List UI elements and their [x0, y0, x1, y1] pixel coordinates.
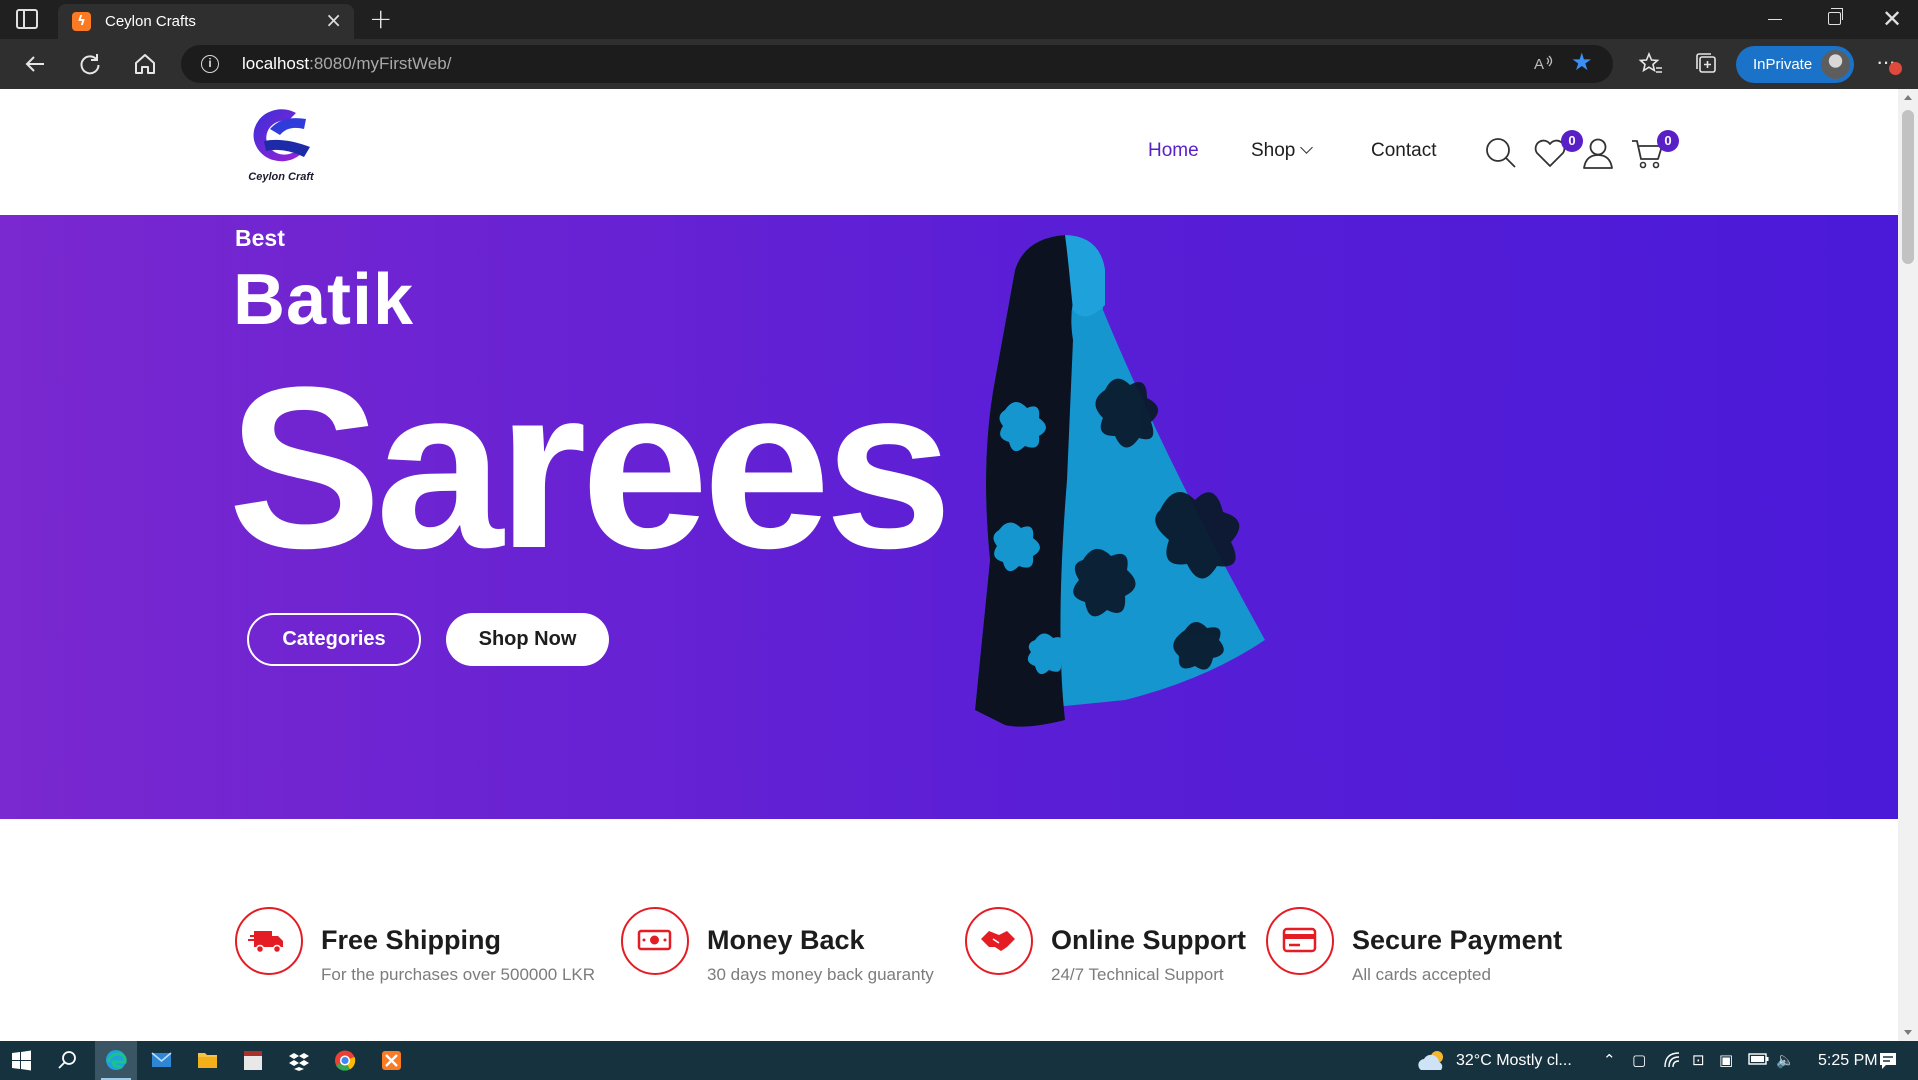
refresh-icon[interactable]	[75, 49, 105, 79]
weather-text[interactable]: 32°C Mostly cl...	[1456, 1052, 1572, 1070]
browser-toolbar: i localhost:8080/myFirstWeb/ A ★ InPriva…	[0, 39, 1918, 89]
address-host: localhost	[242, 54, 310, 73]
categories-button[interactable]: Categories	[247, 613, 421, 666]
scroll-down-arrow-icon[interactable]	[1904, 1030, 1912, 1035]
window-close-icon[interactable]: ✕	[1882, 3, 1902, 35]
feature-title: Online Support	[1051, 925, 1246, 955]
read-aloud-icon[interactable]: A	[1533, 52, 1555, 79]
profile-avatar-icon	[1821, 50, 1850, 79]
show-hidden-icons-chevron-icon[interactable]: ⌃	[1603, 1051, 1616, 1069]
credit-card-icon	[1266, 907, 1334, 975]
favorite-star-icon[interactable]: ★	[1571, 48, 1593, 76]
clock-time[interactable]: 5:25 PM	[1818, 1052, 1878, 1070]
features-row: Free Shipping For the purchases over 500…	[0, 907, 1898, 1037]
chevron-down-icon	[1300, 141, 1314, 154]
home-icon[interactable]	[130, 49, 160, 79]
notification-badge-icon	[1889, 62, 1902, 75]
feature-title: Free Shipping	[321, 925, 502, 955]
taskbar-xampp-icon[interactable]	[370, 1041, 412, 1080]
feature-title: Secure Payment	[1352, 925, 1563, 955]
collections-icon[interactable]	[1691, 49, 1721, 79]
money-icon	[621, 907, 689, 975]
wishlist-count-badge: 0	[1561, 130, 1583, 152]
xampp-favicon-icon: ϟ	[72, 12, 91, 31]
taskbar-search-icon[interactable]	[46, 1041, 88, 1080]
hero-big-word: Sarees	[228, 339, 953, 596]
page-scrollbar[interactable]	[1898, 89, 1918, 1041]
inprivate-label: InPrivate	[1753, 56, 1813, 73]
hero-kicker: Best	[235, 225, 285, 251]
screen: ϟ Ceylon Crafts × + ✕ i localhost:8080/m…	[0, 0, 1918, 1080]
scroll-up-arrow-icon[interactable]	[1904, 95, 1912, 100]
tab-title: Ceylon Crafts	[105, 13, 196, 30]
hero-banner: Best Batik Sarees Categories Shop Now	[0, 215, 1898, 819]
handshake-icon	[965, 907, 1033, 975]
hero-title: Batik	[233, 260, 415, 340]
feature-subtitle: For the purchases over 500000 LKR	[321, 965, 596, 984]
back-arrow-icon[interactable]	[20, 49, 50, 79]
wifi-icon[interactable]	[1663, 1051, 1681, 1073]
address-bar[interactable]: i localhost:8080/myFirstWeb/ A ★	[181, 45, 1613, 83]
notifications-icon[interactable]	[1878, 1051, 1898, 1075]
nav-contact-link[interactable]: Contact	[1371, 140, 1436, 162]
nav-home-link[interactable]: Home	[1148, 140, 1199, 162]
feature-title: Money Back	[707, 925, 865, 955]
search-icon[interactable]	[1484, 136, 1518, 175]
ceylon-craft-logo-icon	[253, 109, 310, 162]
taskbar-calculator-icon[interactable]	[232, 1041, 274, 1080]
inprivate-profile-button[interactable]: InPrivate	[1736, 46, 1854, 83]
window-restore-icon[interactable]	[1828, 8, 1843, 25]
site-info-icon[interactable]: i	[201, 55, 219, 73]
display-icon[interactable]: ▣	[1719, 1051, 1733, 1069]
address-path: :8080/myFirstWeb/	[309, 54, 452, 73]
svg-text:A: A	[1534, 56, 1544, 73]
user-account-icon[interactable]	[1581, 136, 1615, 175]
address-url[interactable]: localhost:8080/myFirstWeb/	[242, 54, 451, 74]
truck-icon	[235, 907, 303, 975]
tab-actions-icon[interactable]	[16, 9, 38, 29]
windows-start-icon[interactable]	[0, 1041, 42, 1080]
feature-subtitle: All cards accepted	[1352, 965, 1491, 984]
battery-icon[interactable]	[1748, 1051, 1770, 1071]
feature-subtitle: 24/7 Technical Support	[1051, 965, 1224, 984]
browser-tab-bar: ϟ Ceylon Crafts × + ✕	[0, 0, 1918, 39]
batik-saree-image	[975, 235, 1265, 727]
cart-count-badge: 0	[1657, 130, 1679, 152]
tab-close-icon[interactable]: ×	[325, 9, 342, 31]
taskbar-chrome-icon[interactable]	[324, 1041, 366, 1080]
nav-shop-link[interactable]: Shop	[1251, 140, 1314, 162]
site-header: Ceylon Craft Home Shop Contact 0 0	[0, 89, 1898, 215]
taskbar-file-explorer-icon[interactable]	[186, 1041, 228, 1080]
site-logo[interactable]: Ceylon Craft	[244, 107, 318, 187]
nav-shop-label: Shop	[1251, 140, 1296, 161]
weather-cloud-icon[interactable]	[1415, 1048, 1449, 1078]
taskbar-edge-icon[interactable]	[95, 1041, 137, 1080]
taskbar-dropbox-icon[interactable]	[278, 1041, 320, 1080]
window-minimize-icon[interactable]	[1768, 19, 1782, 20]
windows-taskbar: 32°C Mostly cl... ⌃ ▢ ⊡ ▣ 🔈 5:25 PM	[0, 1041, 1918, 1080]
logo-text: Ceylon Craft	[248, 171, 314, 183]
taskbar-mail-icon[interactable]	[140, 1041, 182, 1080]
network-status-icon[interactable]: ⊡	[1692, 1051, 1705, 1069]
volume-icon[interactable]: 🔈	[1776, 1051, 1795, 1069]
web-page: Ceylon Craft Home Shop Contact 0 0 Best …	[0, 89, 1898, 1041]
meet-now-icon[interactable]: ▢	[1632, 1051, 1646, 1069]
browser-tab[interactable]: ϟ Ceylon Crafts ×	[58, 4, 354, 39]
scroll-thumb[interactable]	[1902, 110, 1914, 264]
new-tab-plus-icon[interactable]: +	[369, 3, 392, 35]
shop-now-button[interactable]: Shop Now	[446, 613, 609, 666]
favorites-icon[interactable]	[1636, 49, 1666, 79]
feature-subtitle: 30 days money back guaranty	[707, 965, 934, 984]
